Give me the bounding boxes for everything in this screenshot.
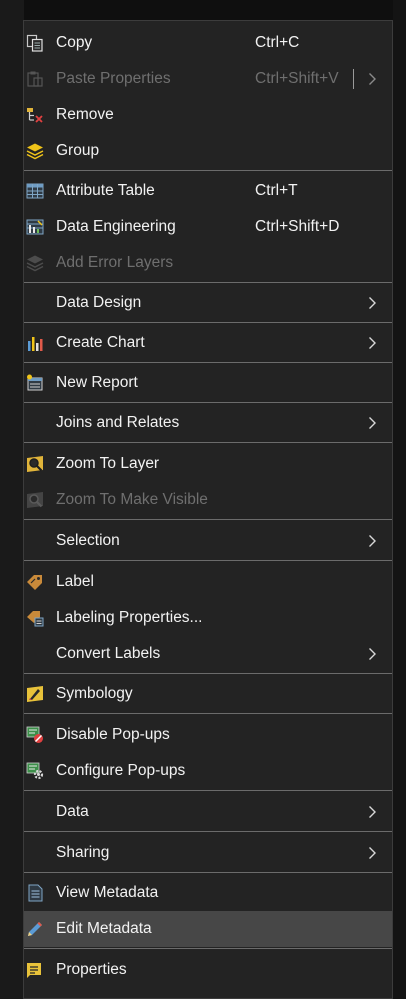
chevron-right-icon [367, 846, 377, 860]
menu-item-label: Zoom To Make Visible [56, 491, 208, 508]
menu-item-selection[interactable]: Selection [24, 523, 392, 559]
labeling-properties-icon [26, 609, 44, 627]
menu-item-label: Symbology [56, 685, 133, 702]
menu-item-edit-metadata[interactable]: Edit Metadata [24, 911, 392, 947]
menu-item-label: Sharing [56, 844, 110, 861]
bar-chart-icon [26, 334, 44, 352]
menu-separator [24, 673, 392, 674]
menu-item-data-engineering[interactable]: Data Engineering Ctrl+Shift+D [24, 209, 392, 245]
menu-separator [24, 402, 392, 403]
menu-item-label: Label [56, 573, 94, 590]
menu-item-copy[interactable]: Copy Ctrl+C [24, 25, 392, 61]
menu-item-label: Copy [56, 34, 93, 51]
split-divider [353, 69, 354, 89]
menu-separator [24, 442, 392, 443]
menu-item-label: Paste Properties [56, 70, 171, 87]
chevron-right-icon[interactable] [367, 72, 377, 86]
menu-item-joins-and-relates[interactable]: Joins and Relates [24, 405, 392, 441]
menu-item-view-metadata[interactable]: View Metadata [24, 875, 392, 911]
menu-item-paste-properties[interactable]: Paste Properties Ctrl+Shift+V [24, 61, 392, 97]
menu-separator [24, 713, 392, 714]
chevron-right-icon [367, 416, 377, 430]
layers-group-icon [26, 142, 44, 160]
chevron-right-icon [367, 336, 377, 350]
menu-item-label: Configure Pop-ups [56, 762, 186, 779]
menu-item-group[interactable]: Group [24, 133, 392, 169]
menu-item-label-features[interactable]: Label [24, 564, 392, 600]
symbology-icon [26, 685, 44, 703]
edit-pencil-icon [26, 920, 44, 938]
menu-item-label: Add Error Layers [56, 254, 174, 271]
menu-item-zoom-to-layer[interactable]: Zoom To Layer [24, 446, 392, 482]
paste-icon [26, 70, 44, 88]
disable-popups-icon [26, 726, 44, 744]
context-menu: Copy Ctrl+C Paste Properties Ctrl+Shift+… [23, 20, 393, 999]
menu-separator [24, 170, 392, 171]
menu-item-label: Edit Metadata [56, 920, 152, 937]
menu-item-data-design[interactable]: Data Design [24, 285, 392, 321]
shortcut-text: Ctrl+Shift+V [255, 70, 339, 87]
attribute-table-icon [26, 182, 44, 200]
shortcut-text: Ctrl+Shift+D [255, 218, 340, 235]
menu-item-create-chart[interactable]: Create Chart [24, 325, 392, 361]
zoom-visible-icon [26, 491, 44, 509]
configure-popups-icon [26, 762, 44, 780]
menu-item-properties[interactable]: Properties [24, 952, 392, 988]
background-right-strip [393, 0, 406, 999]
menu-separator [24, 322, 392, 323]
menu-item-label: Disable Pop-ups [56, 726, 170, 743]
menu-item-label: Data Design [56, 294, 142, 311]
chevron-right-icon [367, 805, 377, 819]
menu-item-label: Joins and Relates [56, 414, 180, 431]
menu-separator [24, 790, 392, 791]
menu-item-convert-labels[interactable]: Convert Labels [24, 636, 392, 672]
menu-separator [24, 872, 392, 873]
chevron-right-icon [367, 296, 377, 310]
menu-item-label: Remove [56, 106, 114, 123]
menu-item-disable-popups[interactable]: Disable Pop-ups [24, 717, 392, 753]
menu-item-configure-popups[interactable]: Configure Pop-ups [24, 753, 392, 789]
menu-item-label: Group [56, 142, 100, 159]
menu-item-label: Create Chart [56, 334, 145, 351]
error-layers-icon [26, 254, 44, 272]
menu-item-zoom-to-make-visible[interactable]: Zoom To Make Visible [24, 482, 392, 518]
shortcut-text: Ctrl+T [255, 182, 298, 199]
menu-item-attribute-table[interactable]: Attribute Table Ctrl+T [24, 173, 392, 209]
menu-item-label: New Report [56, 374, 138, 391]
menu-item-label: Attribute Table [56, 182, 155, 199]
label-tag-icon [26, 573, 44, 591]
menu-item-label: Selection [56, 532, 120, 549]
menu-item-labeling-properties[interactable]: Labeling Properties... [24, 600, 392, 636]
menu-item-add-error-layers[interactable]: Add Error Layers [24, 245, 392, 281]
remove-layer-icon [26, 106, 44, 124]
menu-item-new-report[interactable]: New Report [24, 365, 392, 401]
menu-separator [24, 831, 392, 832]
chevron-right-icon [367, 647, 377, 661]
menu-item-remove[interactable]: Remove [24, 97, 392, 133]
menu-item-label: Data [56, 803, 89, 820]
report-icon [26, 374, 44, 392]
menu-item-label: Zoom To Layer [56, 455, 160, 472]
menu-separator [24, 362, 392, 363]
menu-item-symbology[interactable]: Symbology [24, 676, 392, 712]
menu-separator [24, 519, 392, 520]
menu-separator [24, 948, 392, 949]
shortcut-text: Ctrl+C [255, 34, 300, 51]
menu-item-sharing[interactable]: Sharing [24, 835, 392, 871]
menu-separator [24, 282, 392, 283]
menu-item-label: Properties [56, 961, 127, 978]
menu-item-data[interactable]: Data [24, 794, 392, 830]
view-metadata-icon [26, 884, 44, 902]
properties-icon [26, 961, 44, 979]
menu-item-label: Convert Labels [56, 645, 161, 662]
background-left-strip [0, 0, 24, 999]
copy-icon [26, 34, 44, 52]
zoom-to-layer-icon [26, 455, 44, 473]
menu-item-label: View Metadata [56, 884, 159, 901]
menu-item-label: Labeling Properties... [56, 609, 203, 626]
menu-item-label: Data Engineering [56, 218, 176, 235]
data-engineering-icon [26, 218, 44, 236]
menu-separator [24, 560, 392, 561]
chevron-right-icon [367, 534, 377, 548]
